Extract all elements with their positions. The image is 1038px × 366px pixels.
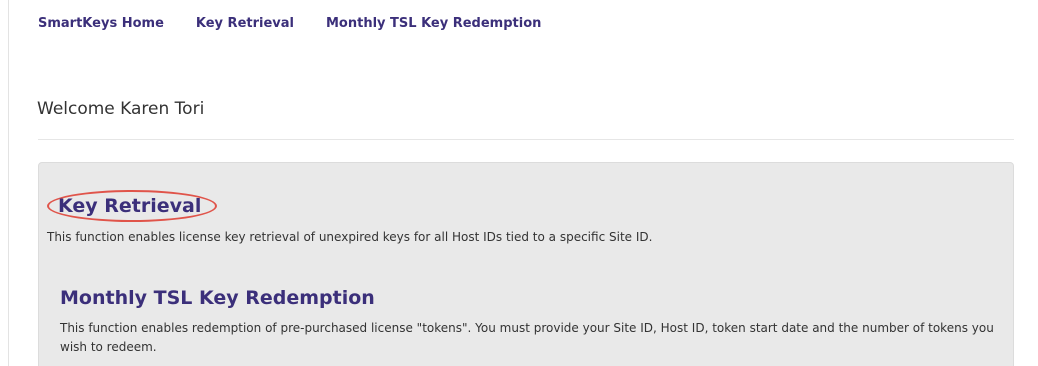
- key-retrieval-description: This function enables license key retrie…: [47, 230, 653, 244]
- page: SmartKeys Home Key Retrieval Monthly TSL…: [0, 0, 1038, 366]
- nav-link-monthly-tsl[interactable]: Monthly TSL Key Redemption: [326, 16, 541, 31]
- nav-link-smartkeys-home[interactable]: SmartKeys Home: [38, 16, 164, 31]
- monthly-tsl-description: This function enables redemption of pre-…: [60, 321, 994, 354]
- monthly-tsl-link[interactable]: Monthly TSL Key Redemption: [60, 287, 375, 309]
- welcome-heading: Welcome Karen Tori: [37, 99, 205, 119]
- key-retrieval-link[interactable]: Key Retrieval: [58, 195, 201, 217]
- divider: [38, 139, 1014, 140]
- left-border: [8, 0, 9, 366]
- nav-link-key-retrieval[interactable]: Key Retrieval: [196, 16, 294, 31]
- top-nav: SmartKeys Home Key Retrieval Monthly TSL…: [38, 16, 541, 31]
